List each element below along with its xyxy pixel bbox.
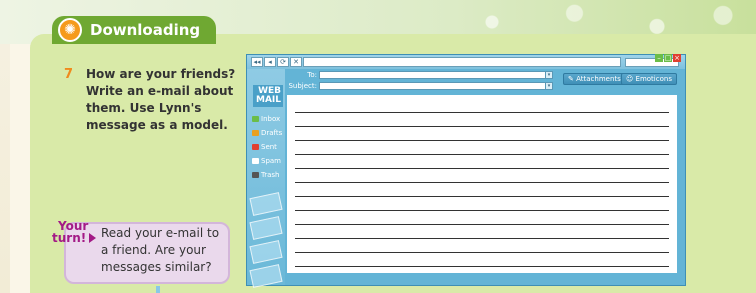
folder-label: Drafts (261, 129, 283, 137)
inbox-icon (252, 116, 259, 122)
your-turn-line: Read your e-mail to (101, 226, 220, 240)
writing-line (295, 252, 669, 253)
compose-area[interactable] (287, 95, 677, 273)
to-dropdown-icon[interactable]: ▾ (545, 71, 553, 79)
your-turn-line: messages similar? (101, 260, 212, 274)
spam-icon (252, 158, 259, 164)
your-turn-line: a friend. Are your (101, 243, 206, 257)
question-number: 7 (64, 67, 74, 82)
logo-line: MAIL (255, 95, 281, 105)
back-button[interactable]: ◂ (264, 57, 276, 67)
to-label: To: (307, 71, 317, 79)
envelope-icon (249, 240, 283, 264)
question-line: How are your friends? (86, 67, 236, 81)
writing-line (295, 210, 669, 211)
question-line: message as a model. (86, 118, 228, 132)
folder-spam[interactable]: Spam (252, 156, 281, 166)
emoticons-label: Emoticons (635, 75, 672, 83)
attachments-button[interactable]: ✎ Attachments (563, 73, 626, 85)
refresh-button[interactable]: ⟳ (277, 57, 289, 67)
drafts-icon (252, 130, 259, 136)
folder-label: Inbox (261, 115, 281, 123)
question-line: Write an e-mail about (86, 84, 234, 98)
email-window: ◂◂ ◂ ⟳ ✕ – □ × WEB MAIL Inbox Drafts Sen… (246, 54, 686, 288)
sent-icon (252, 144, 259, 150)
folder-sent[interactable]: Sent (252, 142, 277, 152)
writing-line (295, 224, 669, 225)
envelope-icon (249, 264, 283, 288)
writing-line (295, 196, 669, 197)
envelope-icon (249, 216, 283, 240)
writing-line (295, 266, 669, 267)
writing-line (295, 140, 669, 141)
subject-label: Subject: (288, 82, 317, 90)
question-line: them. Use Lynn's (86, 101, 202, 115)
question-7: 7 How are your friends? Write an e-mail … (64, 66, 244, 134)
mail-sidebar: WEB MAIL Inbox Drafts Sent Spam Trash (247, 69, 285, 288)
writing-line (295, 238, 669, 239)
section-title: Downloading (90, 21, 201, 39)
window-controls: – □ × (655, 54, 681, 62)
connector-line (156, 286, 160, 293)
writing-line (295, 154, 669, 155)
emoticons-button[interactable]: ☺ Emoticons (621, 73, 677, 85)
your-turn-badge-line: turn! (52, 231, 87, 245)
your-turn-badge: Your turn! (50, 220, 90, 254)
writing-line (295, 112, 669, 113)
envelope-icon (249, 192, 283, 216)
folder-trash[interactable]: Trash (252, 170, 280, 180)
writing-line (295, 182, 669, 183)
back-back-button[interactable]: ◂◂ (251, 57, 263, 67)
address-bar[interactable] (303, 57, 621, 67)
writing-line (295, 126, 669, 127)
trash-icon (252, 172, 259, 178)
attachments-label: Attachments (576, 75, 621, 83)
stop-button[interactable]: ✕ (290, 57, 302, 67)
browser-titlebar: ◂◂ ◂ ⟳ ✕ – □ × (247, 54, 685, 69)
folder-label: Spam (261, 157, 281, 165)
subject-input[interactable] (319, 82, 547, 90)
maximize-icon[interactable]: □ (664, 54, 672, 62)
folder-label: Sent (261, 143, 277, 151)
sun-icon: ✺ (58, 18, 82, 42)
section-header: ✺ Downloading (52, 16, 216, 44)
folder-inbox[interactable]: Inbox (252, 114, 280, 124)
writing-line (295, 168, 669, 169)
subject-dropdown-icon[interactable]: ▾ (545, 82, 553, 90)
minimize-icon[interactable]: – (655, 54, 663, 62)
to-input[interactable] (319, 71, 547, 79)
folder-label: Trash (261, 171, 280, 179)
close-icon[interactable]: × (673, 54, 681, 62)
your-turn-text: Read your e-mail to a friend. Are your m… (101, 225, 229, 276)
your-turn-arrow-icon (89, 233, 96, 243)
webmail-logo: WEB MAIL (253, 85, 283, 107)
folder-drafts[interactable]: Drafts (252, 128, 282, 138)
question-text: How are your friends? Write an e-mail ab… (86, 66, 244, 134)
